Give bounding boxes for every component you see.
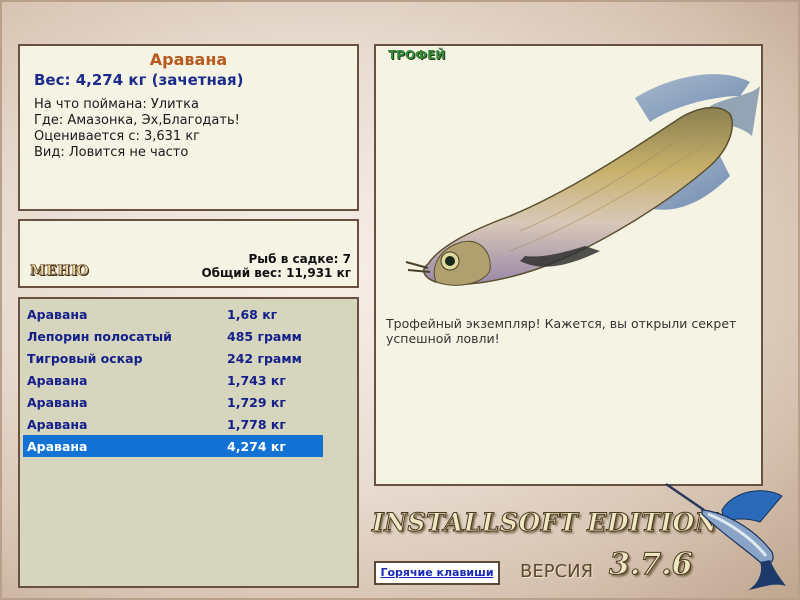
catch-fish-weight: 242 грамм [227,351,302,366]
catch-list: Аравана 1,68 кг Лепорин полосатый 485 грамм… [18,297,359,588]
catch-list-row[interactable]: Лепорин полосатый 485 грамм [23,325,323,347]
marlin-icon [665,482,786,590]
catch-fish-name: Аравана [27,395,88,410]
fish-name: Аравана [149,50,228,69]
fish-weight: Вес: 4,274 кг (зачетная) [34,71,244,89]
catch-list-row[interactable]: Тигровый оскар 242 грамм [23,347,323,369]
location-info: Где: Амазонка, Эх,Благодать! [34,113,240,128]
fish-info-panel: Аравана Вес: 4,274 кг (зачетная) На что … [18,44,359,211]
catch-list-row[interactable]: Аравана 1,729 кг [23,391,323,413]
fish-count: Рыб в садке: 7 [248,252,352,266]
catch-fish-weight: 1,68 кг [227,307,278,322]
catch-fish-weight: 1,729 кг [227,395,286,410]
catch-fish-name: Аравана [27,417,88,432]
catch-list-row[interactable]: Аравана 1,68 кг [23,303,323,325]
catch-fish-name: Аравана [27,307,88,322]
total-weight: Общий вес: 11,931 кг [201,266,351,280]
catch-fish-weight: 1,743 кг [227,373,286,388]
catch-fish-weight: 1,778 кг [227,417,286,432]
menu-panel: МЕНЮ Рыб в садке: 7 Общий вес: 11,931 кг [18,219,359,288]
trophy-panel: ТРОФЕЙ Трофейный экземпляр! Кажется, вы … [374,44,763,486]
hotkeys-button[interactable]: Горячие клавиши [374,561,500,585]
catch-fish-name: Аравана [27,439,88,454]
catch-fish-name: Аравана [27,373,88,388]
catch-fish-name: Тигровый оскар [27,351,143,366]
bait-info: На что поймана: Улитка [34,97,199,112]
rarity-info: Вид: Ловится не часто [34,145,189,160]
catch-list-row[interactable]: Аравана 1,743 кг [23,369,323,391]
valued-from-info: Оценивается с: 3,631 кг [34,129,201,144]
menu-button[interactable]: МЕНЮ [30,263,90,280]
trophy-message: Трофейный экземпляр! Кажется, вы открыли… [386,316,737,346]
catch-fish-weight: 485 грамм [227,329,302,344]
version-label: ВЕРСИЯ [520,561,594,582]
catch-list-row[interactable]: Аравана 4,274 кг [23,435,323,457]
arowana-fish-image [405,74,760,286]
catch-fish-name: Лепорин полосатый [27,329,172,344]
catch-fish-weight: 4,274 кг [227,439,286,454]
catch-list-row[interactable]: Аравана 1,778 кг [23,413,323,435]
